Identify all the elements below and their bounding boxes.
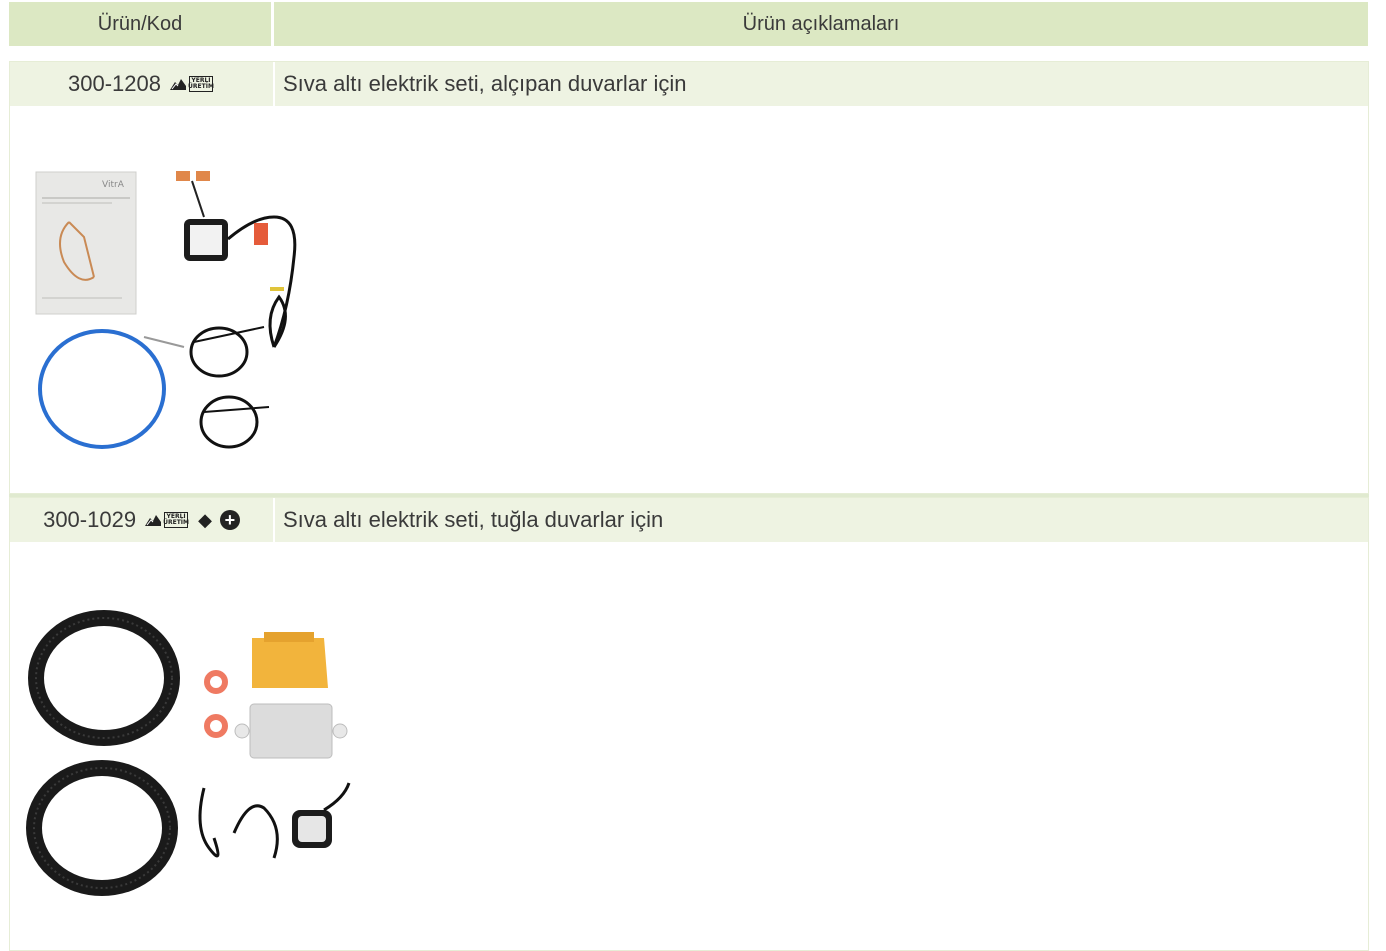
product-block-2: 300-1029 YERLİ ÜRETİM ◆ + Sıva altı elekt… <box>9 497 1369 951</box>
local-production-badge-icon: YERLİ ÜRETİM <box>169 75 215 93</box>
product-code-cell: 300-1208 YERLİ ÜRETİM <box>10 62 275 106</box>
column-header-code: Ürün/Kod <box>9 2 271 46</box>
product-photo-drywall-kit: VitrA <box>35 171 297 449</box>
product-row-2: 300-1029 YERLİ ÜRETİM ◆ + Sıva altı elekt… <box>10 498 1368 542</box>
manual-brand-text: VitrA <box>102 180 125 190</box>
local-production-badge-icon: YERLİ ÜRETİM <box>144 511 190 529</box>
plus-circle-icon: + <box>219 510 240 530</box>
product-description: Sıva altı elektrik seti, tuğla duvarlar … <box>283 507 664 532</box>
product-photo-brick-kit <box>26 610 351 896</box>
column-header-description: Ürün açıklamaları <box>274 2 1368 46</box>
product-code-cell: 300-1029 YERLİ ÜRETİM ◆ + <box>10 498 275 542</box>
product-code: 300-1029 <box>43 507 137 532</box>
product-row-1: 300-1208 YERLİ ÜRETİM Sıva altı elektrik … <box>10 62 1368 106</box>
product-description: Sıva altı elektrik seti, alçıpan duvarla… <box>283 71 687 96</box>
badge-text-bottom: ÜRETİM <box>163 519 190 526</box>
diamond-icon: ◆ <box>198 509 212 530</box>
product-block-1: 300-1208 YERLİ ÜRETİM Sıva altı elektrik … <box>9 61 1369 494</box>
product-code: 300-1208 <box>68 71 161 96</box>
badge-text-bottom: ÜRETİM <box>188 83 214 90</box>
